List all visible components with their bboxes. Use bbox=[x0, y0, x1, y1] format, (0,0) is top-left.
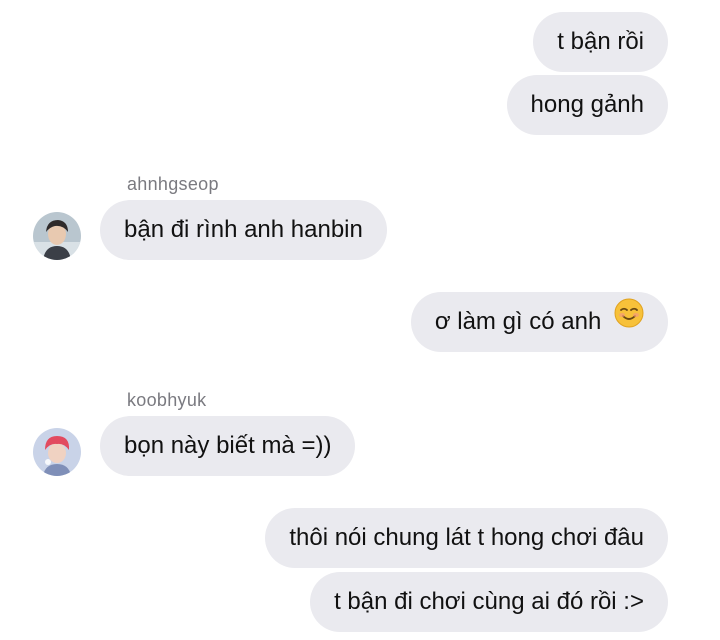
sender-name: koobhyuk bbox=[127, 390, 207, 410]
message-text: bận đi rình anh hanbin bbox=[124, 216, 363, 243]
smiling-face-icon bbox=[614, 291, 644, 351]
message-text: ơ làm gì có anh bbox=[434, 308, 602, 335]
message-text: thôi nói chung lát t hong chơi đâu bbox=[289, 524, 644, 551]
message-bubble-incoming[interactable]: bọn này biết mà =)) bbox=[100, 416, 356, 476]
message-text: t bận đi chơi cùng ai đó rồi :> bbox=[334, 588, 644, 615]
sender-name: ahnhgseop bbox=[127, 174, 219, 194]
message-bubble-incoming[interactable]: bận đi rình anh hanbin bbox=[100, 200, 387, 260]
message-bubble-outgoing[interactable]: hong gảnh bbox=[506, 75, 668, 135]
avatar[interactable] bbox=[33, 212, 81, 260]
message-text: bọn này biết mà =)) bbox=[124, 432, 332, 459]
message-bubble-outgoing[interactable]: t bận rồi bbox=[533, 12, 668, 72]
message-bubble-outgoing[interactable]: ơ làm gì có anh bbox=[410, 291, 668, 352]
message-text: hong gảnh bbox=[530, 91, 644, 118]
avatar[interactable] bbox=[33, 428, 81, 476]
message-text: t bận rồi bbox=[557, 28, 644, 55]
message-bubble-outgoing[interactable]: t bận đi chơi cùng ai đó rồi :> bbox=[310, 572, 668, 632]
message-bubble-outgoing[interactable]: thôi nói chung lát t hong chơi đâu bbox=[265, 508, 668, 568]
